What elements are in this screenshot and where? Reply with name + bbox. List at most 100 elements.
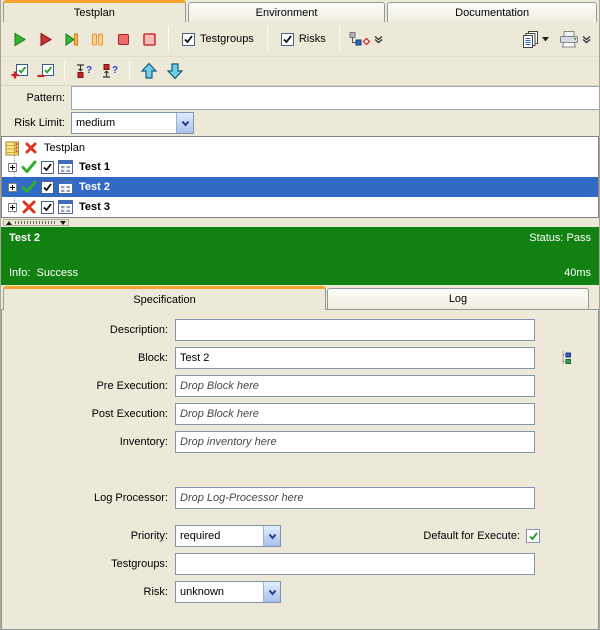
priority-select[interactable]: required: [175, 525, 281, 547]
risks-toggle-label: Risks: [299, 33, 326, 45]
test-status-panel: Test 2 Status: Pass Info: Success 40ms: [1, 227, 599, 285]
risk-limit-label: Risk Limit:: [1, 117, 71, 129]
run-failed-button[interactable]: [32, 26, 58, 52]
stop-icon: [115, 31, 132, 48]
toolbar-separator: [267, 26, 268, 52]
log-processor-dropzone[interactable]: [175, 487, 535, 509]
risk-select[interactable]: unknown: [175, 581, 281, 603]
tab-testplan-label: Testplan: [74, 7, 115, 19]
chevron-down-icon: [582, 35, 591, 44]
dropdown-arrow-icon[interactable]: [176, 113, 193, 133]
testgroups-toggle[interactable]: Testgroups: [175, 33, 261, 46]
pattern-row: Pattern:: [1, 86, 599, 110]
execution-flow-dropdown-button[interactable]: [346, 26, 386, 52]
inventory-dropzone[interactable]: [175, 431, 535, 453]
execution-flow-icon: [349, 31, 372, 47]
block-input[interactable]: [175, 347, 535, 369]
status-info-text: Info: Success: [9, 267, 78, 279]
expand-toggle-icon[interactable]: [8, 183, 17, 192]
risk-value: unknown: [176, 586, 263, 598]
svg-text:?: ?: [86, 65, 92, 76]
move-down-button[interactable]: [162, 58, 188, 84]
priority-value: required: [176, 530, 263, 542]
tab-environment[interactable]: Environment: [188, 2, 386, 22]
testgroups-row: Testgroups:: [2, 553, 598, 575]
remove-test-button[interactable]: [32, 58, 58, 84]
insert-after-button[interactable]: ?: [97, 58, 123, 84]
risk-label: Risk:: [2, 586, 175, 598]
detail-tab-bar: Specification Log: [1, 285, 599, 309]
status-duration: 40ms: [564, 267, 591, 279]
add-test-icon: [10, 63, 29, 80]
tab-log[interactable]: Log: [327, 288, 589, 309]
risk-limit-select[interactable]: medium: [71, 112, 194, 134]
up-arrow-icon: [140, 62, 158, 80]
toolbar-separator: [339, 26, 340, 52]
pre-execution-row: Pre Execution:: [2, 375, 598, 397]
expand-toggle-icon[interactable]: [8, 203, 17, 212]
pass-check-icon: [21, 180, 37, 194]
block-tree-picker-button[interactable]: [557, 349, 575, 367]
default-for-execute-checkbox[interactable]: [526, 529, 540, 543]
insert-before-button[interactable]: ?: [71, 58, 97, 84]
main-toolbar: Testgroups Risks: [1, 22, 599, 57]
app-window: Testplan Environment Documentation: [0, 0, 600, 630]
main-tab-bar: Testplan Environment Documentation: [1, 0, 599, 22]
insert-before-icon: ?: [74, 63, 94, 79]
log-processor-row: Log Processor:: [2, 487, 598, 509]
tab-testplan[interactable]: Testplan: [3, 0, 186, 22]
testgroups-input[interactable]: [175, 553, 535, 575]
tab-specification[interactable]: Specification: [3, 286, 326, 310]
risks-checkbox-icon: [281, 33, 294, 46]
tab-documentation[interactable]: Documentation: [387, 2, 597, 22]
dropdown-arrow-icon[interactable]: [263, 526, 280, 546]
tree-root-row[interactable]: Testplan: [2, 139, 598, 157]
test-node-icon: [58, 180, 73, 194]
tree-checkbox[interactable]: [41, 201, 54, 214]
tab-documentation-label: Documentation: [455, 7, 529, 19]
pattern-input[interactable]: [71, 86, 599, 110]
description-label: Description:: [2, 324, 175, 336]
report-button[interactable]: [519, 26, 552, 52]
tree-item-label: Test 3: [77, 201, 110, 213]
dropdown-arrow-icon[interactable]: [263, 582, 280, 602]
pause-icon: [89, 31, 106, 48]
testgroups-checkbox-icon: [182, 33, 195, 46]
status-test-title: Test 2: [9, 232, 40, 244]
testplan-tree: Testplan Test 1 Test 2 Test 3: [1, 136, 599, 218]
post-execution-label: Post Execution:: [2, 408, 175, 420]
risks-toggle[interactable]: Risks: [274, 33, 333, 46]
tree-item-test-3[interactable]: Test 3: [2, 197, 598, 217]
test-node-icon: [58, 160, 73, 174]
specification-form: Description: Block: Pre Execution: Post …: [1, 309, 599, 630]
tree-checkbox[interactable]: [41, 181, 54, 194]
add-test-button[interactable]: [6, 58, 32, 84]
splitter-row: [1, 218, 599, 227]
move-up-button[interactable]: [136, 58, 162, 84]
pause-button[interactable]: [84, 26, 110, 52]
description-input[interactable]: [175, 319, 535, 341]
stop-button[interactable]: [110, 26, 136, 52]
post-execution-dropzone[interactable]: [175, 403, 535, 425]
expand-toggle-icon[interactable]: [8, 163, 17, 172]
description-row: Description:: [2, 319, 598, 341]
step-button[interactable]: [58, 26, 84, 52]
stop-all-button[interactable]: [136, 26, 162, 52]
tree-checkbox[interactable]: [41, 161, 54, 174]
tree-item-label: Test 2: [77, 181, 110, 193]
tree-item-test-2[interactable]: Test 2: [2, 177, 598, 197]
pattern-label: Pattern:: [1, 92, 71, 104]
run-button[interactable]: [6, 26, 32, 52]
log-processor-label: Log Processor:: [2, 492, 175, 504]
print-button[interactable]: [555, 26, 594, 52]
default-for-execute-label: Default for Execute:: [423, 530, 520, 542]
play-green-icon: [11, 31, 28, 48]
splitter-handle[interactable]: [3, 219, 69, 226]
tree-item-test-1[interactable]: Test 1: [2, 157, 598, 177]
toolbar-separator: [129, 61, 130, 81]
risk-limit-value: medium: [72, 117, 176, 129]
testgroups-toggle-label: Testgroups: [200, 33, 254, 45]
test-node-icon: [58, 200, 73, 214]
pre-execution-dropzone[interactable]: [175, 375, 535, 397]
default-for-execute-group: Default for Execute:: [423, 529, 540, 543]
